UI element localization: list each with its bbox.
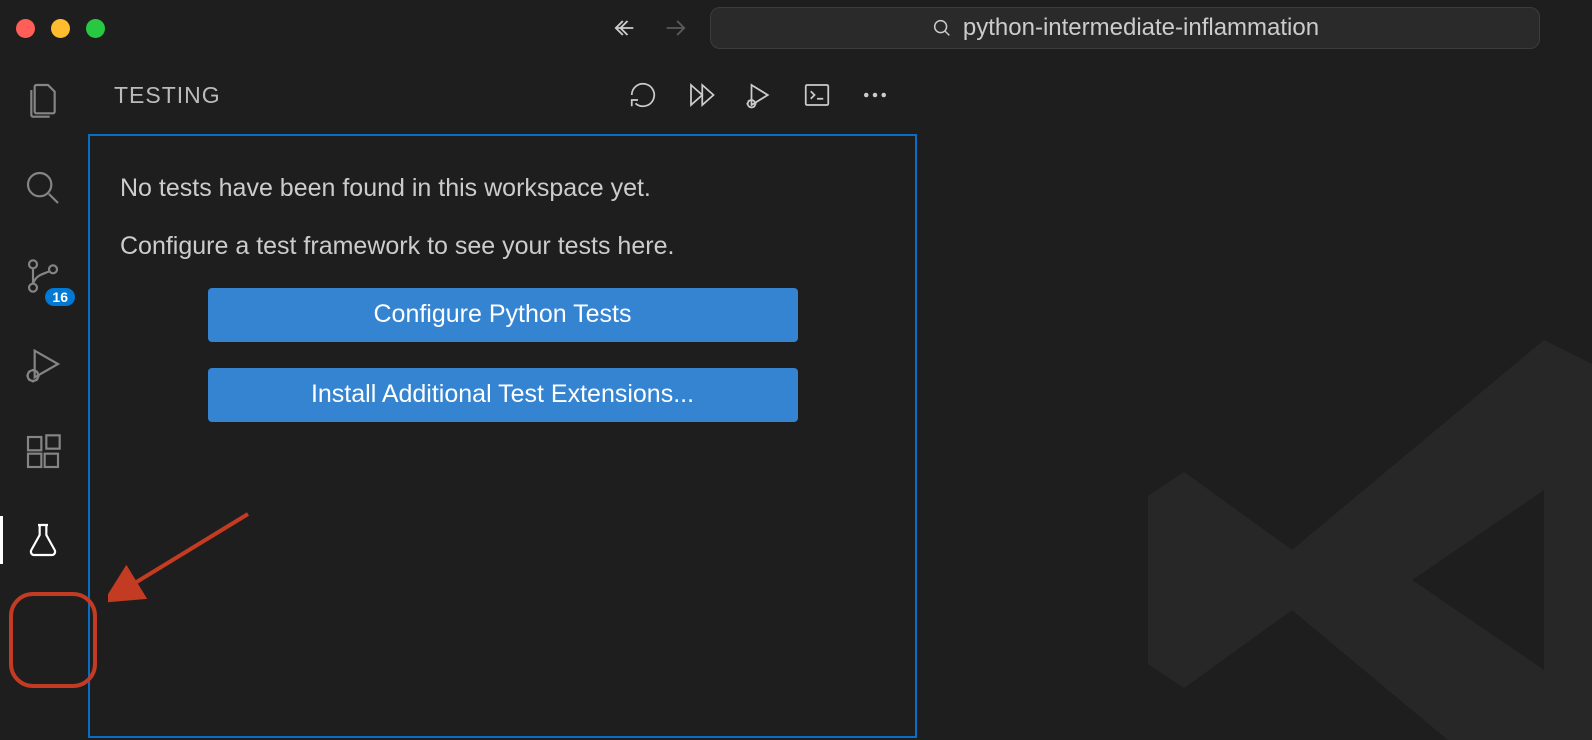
activity-bar: 16: [0, 56, 86, 740]
install-button-label: Install Additional Test Extensions...: [311, 380, 694, 409]
editor-area: [920, 56, 1592, 740]
nav-forward-button[interactable]: [662, 14, 690, 42]
search-icon: [931, 17, 953, 39]
testing-welcome-view: No tests have been found in this workspa…: [88, 134, 917, 738]
titlebar: python-intermediate-inflammation: [0, 0, 1592, 56]
panel-title: TESTING: [114, 82, 221, 109]
debug-run-icon: [744, 80, 774, 110]
run-all-icon: [686, 80, 716, 110]
refresh-icon: [628, 80, 658, 110]
minimize-window-button[interactable]: [51, 19, 70, 38]
panel-header: TESTING: [86, 56, 919, 134]
source-control-badge: 16: [45, 288, 75, 306]
source-control-view-button[interactable]: 16: [19, 252, 67, 300]
files-icon: [23, 80, 63, 120]
extensions-icon: [23, 432, 63, 472]
window-controls: [16, 19, 105, 38]
maximize-window-button[interactable]: [86, 19, 105, 38]
vscode-watermark-icon: [1112, 280, 1592, 740]
more-actions-button[interactable]: [859, 79, 891, 111]
testing-view-button[interactable]: [19, 516, 67, 564]
extensions-view-button[interactable]: [19, 428, 67, 476]
ellipsis-icon: [860, 80, 890, 110]
terminal-icon: [802, 80, 832, 110]
run-debug-view-button[interactable]: [19, 340, 67, 388]
install-test-extensions-button[interactable]: Install Additional Test Extensions...: [208, 368, 798, 422]
refresh-tests-button[interactable]: [627, 79, 659, 111]
welcome-message-2: Configure a test framework to see your t…: [120, 230, 885, 264]
debug-tests-button[interactable]: [743, 79, 775, 111]
search-view-button[interactable]: [19, 164, 67, 212]
run-all-tests-button[interactable]: [685, 79, 717, 111]
beaker-icon: [23, 520, 63, 560]
show-output-button[interactable]: [801, 79, 833, 111]
configure-python-tests-button[interactable]: Configure Python Tests: [208, 288, 798, 342]
history-nav: [610, 14, 690, 42]
configure-button-label: Configure Python Tests: [373, 300, 631, 329]
close-window-button[interactable]: [16, 19, 35, 38]
explorer-view-button[interactable]: [19, 76, 67, 124]
welcome-message-1: No tests have been found in this workspa…: [120, 172, 885, 206]
command-center-search[interactable]: python-intermediate-inflammation: [710, 7, 1540, 49]
nav-back-button[interactable]: [610, 14, 638, 42]
search-icon: [23, 168, 63, 208]
panel-actions: [627, 79, 891, 111]
debug-icon: [23, 344, 63, 384]
search-text: python-intermediate-inflammation: [963, 14, 1319, 42]
testing-side-panel: TESTING No tests have bee: [86, 56, 920, 740]
